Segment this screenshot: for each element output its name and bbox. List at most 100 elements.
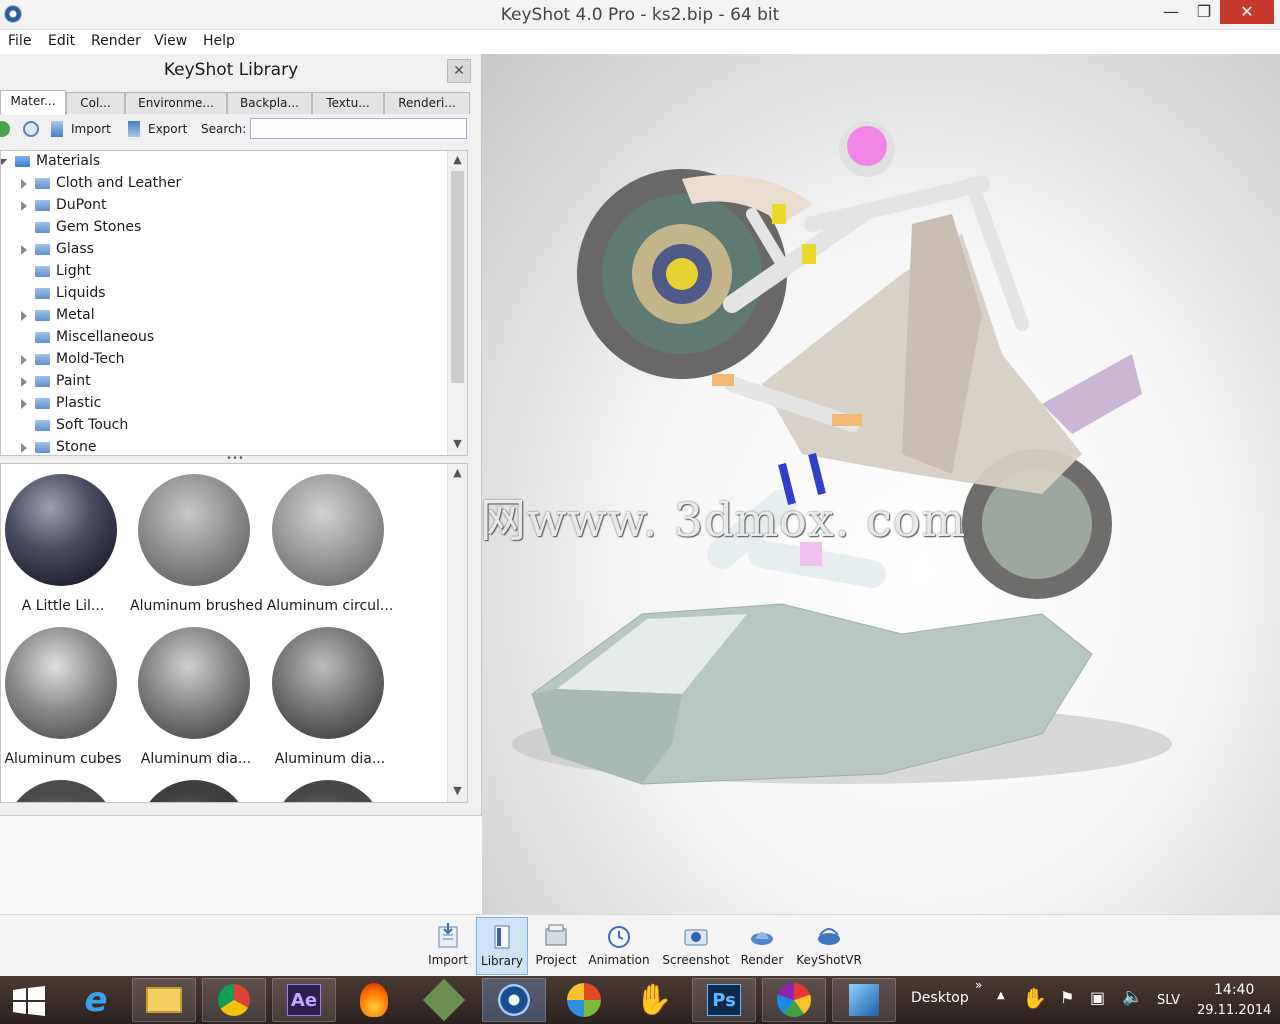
app-taskbar[interactable] xyxy=(412,978,476,1022)
tree-item[interactable]: Gem Stones xyxy=(1,217,446,239)
expand-arrow-icon[interactable] xyxy=(21,201,27,211)
expand-arrow-icon[interactable] xyxy=(1,159,7,165)
after-effects-taskbar[interactable]: Ae xyxy=(272,978,336,1022)
material-thumbnail[interactable]: A Little Lil... xyxy=(1,472,133,622)
tree-item[interactable]: Plastic xyxy=(1,393,446,415)
material-preview-sphere xyxy=(5,474,117,586)
file-explorer-taskbar[interactable] xyxy=(132,978,196,1022)
refresh-icon[interactable] xyxy=(23,121,39,137)
search-input[interactable] xyxy=(250,118,467,139)
library-close-button[interactable]: ✕ xyxy=(447,59,471,83)
material-thumbnail[interactable] xyxy=(1,778,133,802)
library-tabs: Mater... Col... Environme... Backpla... … xyxy=(0,90,470,115)
tree-label: Glass xyxy=(56,241,94,257)
tree-item[interactable]: Soft Touch xyxy=(1,415,446,437)
material-thumbnail[interactable]: Aluminum dia... xyxy=(134,625,266,775)
start-button[interactable] xyxy=(0,978,60,1022)
close-window-button[interactable]: ✕ xyxy=(1220,0,1274,24)
import-button[interactable]: Import xyxy=(71,122,111,136)
tab-materials[interactable]: Mater... xyxy=(0,90,66,115)
ribbon-screenshot-button[interactable]: Screenshot xyxy=(660,917,732,975)
picasa-taskbar[interactable] xyxy=(762,978,826,1022)
material-thumbnail[interactable] xyxy=(268,778,400,802)
tab-environments[interactable]: Environme... xyxy=(125,92,227,114)
material-thumbnail[interactable]: Aluminum circul... xyxy=(267,472,400,622)
internet-explorer-taskbar[interactable]: e xyxy=(64,978,128,1022)
material-thumbnail[interactable]: Aluminum cubes xyxy=(1,625,133,775)
expand-arrow-icon[interactable] xyxy=(21,355,27,365)
thumbnail-label: Aluminum brushed xyxy=(130,598,262,614)
tab-backplates[interactable]: Backpla... xyxy=(227,92,312,114)
windows-app-taskbar[interactable] xyxy=(552,978,616,1022)
thumbnails-scrollbar[interactable]: ▲ ▼ xyxy=(447,464,467,802)
animation-icon xyxy=(608,926,630,948)
clock-date[interactable]: 29.11.2014 xyxy=(1197,1003,1271,1018)
tree-item[interactable]: Liquids xyxy=(1,283,446,305)
tree-item[interactable]: DuPont xyxy=(1,195,446,217)
tab-textures[interactable]: Textu... xyxy=(312,92,384,114)
menu-edit[interactable]: Edit xyxy=(48,33,75,49)
material-thumbnail[interactable]: Aluminum brushed xyxy=(130,472,266,622)
ribbon-animation-button[interactable]: Animation xyxy=(588,917,650,975)
ribbon-keyshotvr-button[interactable]: KeyShotVR xyxy=(794,917,864,975)
scroll-up-icon[interactable]: ▲ xyxy=(448,151,467,169)
scroll-up-icon[interactable]: ▲ xyxy=(448,464,467,482)
tree-item[interactable]: Glass xyxy=(1,239,446,261)
tab-colors[interactable]: Col... xyxy=(66,92,125,114)
minimize-button[interactable]: — xyxy=(1155,0,1187,24)
volume-icon[interactable]: 🔈 xyxy=(1122,987,1143,1007)
ribbon-render-button[interactable]: Render xyxy=(738,917,786,975)
tree-label: Light xyxy=(56,263,91,279)
language-indicator[interactable]: SLV xyxy=(1157,993,1180,1008)
expand-arrow-icon[interactable] xyxy=(21,311,27,321)
expand-arrow-icon[interactable] xyxy=(21,179,27,189)
ribbon-project-button[interactable]: Project xyxy=(532,917,580,975)
import-arrow-icon[interactable] xyxy=(51,121,63,137)
export-button[interactable]: Export xyxy=(148,122,187,136)
expand-arrow-icon[interactable] xyxy=(21,377,27,387)
menu-help[interactable]: Help xyxy=(203,33,235,49)
keyshot-icon xyxy=(498,984,530,1016)
flame-app-taskbar[interactable] xyxy=(342,978,406,1022)
scroll-down-icon[interactable]: ▼ xyxy=(448,435,467,453)
tree-label: Materials xyxy=(36,153,101,169)
scroll-down-icon[interactable]: ▼ xyxy=(448,782,467,800)
tree-item[interactable]: Stone xyxy=(1,437,446,455)
ribbon-import-button[interactable]: Import xyxy=(424,917,472,975)
tree-item[interactable]: Cloth and Leather xyxy=(1,173,446,195)
ribbon-library-button[interactable]: Library xyxy=(476,917,528,975)
action-center-flag-icon[interactable]: ⚑ xyxy=(1060,988,1074,1007)
material-thumbnail[interactable]: Aluminum dia... xyxy=(268,625,400,775)
expand-arrow-icon[interactable] xyxy=(21,443,27,453)
menu-file[interactable]: File xyxy=(8,33,31,49)
clock-time[interactable]: 14:40 xyxy=(1214,982,1254,998)
desktop-toolbar-label[interactable]: Desktop xyxy=(911,990,969,1006)
tree-root-materials[interactable]: Materials xyxy=(1,151,446,173)
menu-view[interactable]: View xyxy=(154,33,187,49)
export-arrow-icon[interactable] xyxy=(128,121,140,137)
chrome-taskbar[interactable] xyxy=(202,978,266,1022)
desktop-expand-icon[interactable]: » xyxy=(975,978,982,992)
tree-item[interactable]: Light xyxy=(1,261,446,283)
tree-item[interactable]: Miscellaneous xyxy=(1,327,446,349)
paw-app-taskbar[interactable]: ✋ xyxy=(622,978,686,1022)
paw-tray-icon[interactable]: ✋ xyxy=(1022,986,1047,1010)
expand-arrow-icon[interactable] xyxy=(21,399,27,409)
scroll-thumb[interactable] xyxy=(451,171,464,383)
app-taskbar[interactable] xyxy=(832,978,896,1022)
menu-render[interactable]: Render xyxy=(91,33,141,49)
tree-item[interactable]: Mold-Tech xyxy=(1,349,446,371)
maximize-button[interactable]: ❐ xyxy=(1188,0,1220,24)
expand-arrow-icon[interactable] xyxy=(21,245,27,255)
network-icon[interactable]: ▣ xyxy=(1090,988,1105,1007)
folder-icon xyxy=(35,200,50,211)
tree-item[interactable]: Paint xyxy=(1,371,446,393)
material-thumbnail[interactable] xyxy=(134,778,266,802)
tab-renderings[interactable]: Renderi... xyxy=(384,92,470,114)
tree-item[interactable]: Metal xyxy=(1,305,446,327)
tray-overflow-icon[interactable]: ▲ xyxy=(997,990,1005,1001)
add-icon[interactable] xyxy=(0,121,10,137)
keyshot-taskbar[interactable] xyxy=(482,978,546,1022)
photoshop-taskbar[interactable]: Ps xyxy=(692,978,756,1022)
tree-scrollbar[interactable]: ▲ ▼ xyxy=(447,151,467,455)
